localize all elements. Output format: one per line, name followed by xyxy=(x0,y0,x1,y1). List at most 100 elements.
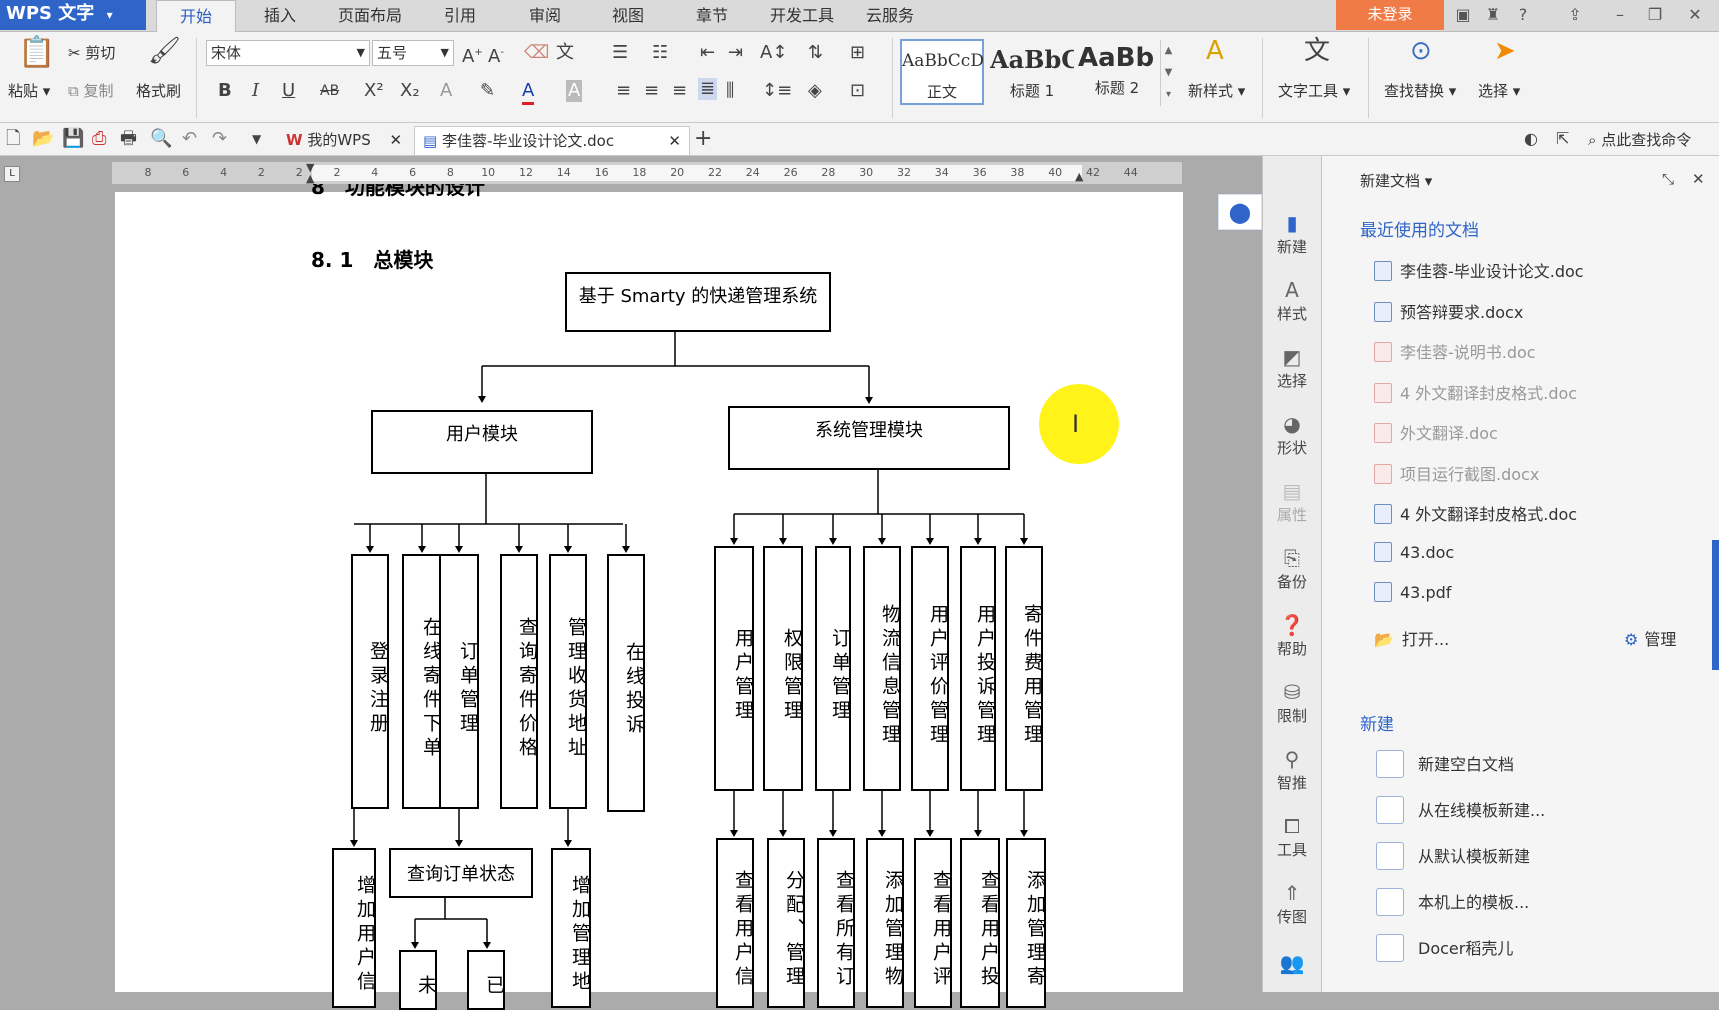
rail-people[interactable]: 👥 xyxy=(1262,950,1322,976)
recent-doc-item[interactable]: 43.pdf xyxy=(1374,582,1451,602)
doc-nav-icon[interactable]: ◐ xyxy=(1524,128,1538,150)
rail-restrict[interactable]: ⛁ 限制 xyxy=(1262,679,1322,726)
rail-upload-image[interactable]: ⇑ 传图 xyxy=(1262,880,1322,927)
recent-doc-item[interactable]: 李佳蓉-说明书.doc xyxy=(1374,339,1536,363)
strikethrough-icon[interactable]: AB xyxy=(320,80,339,102)
recent-doc-item[interactable]: 43.doc xyxy=(1374,541,1454,562)
print-preview-icon[interactable]: 🔍 xyxy=(150,128,172,150)
format-painter-button[interactable]: 格式刷 xyxy=(136,82,181,100)
underline-icon[interactable]: U xyxy=(282,80,295,102)
close-tab-icon[interactable]: ✕ xyxy=(668,127,681,155)
tab-chapter[interactable]: 章节 xyxy=(682,0,742,32)
new-doc-option[interactable]: 本机上的模板... xyxy=(1376,888,1529,916)
text-effect-icon[interactable]: A xyxy=(440,80,452,102)
minimize-icon[interactable]: – xyxy=(1605,0,1635,30)
recent-doc-item[interactable]: 4 外文翻译封皮格式.doc xyxy=(1374,380,1577,404)
new-doc-option[interactable]: 从在线模板新建... xyxy=(1376,796,1545,824)
rail-select[interactable]: ◩ 选择 xyxy=(1262,344,1322,391)
shirt-icon[interactable]: ♜ xyxy=(1478,0,1508,30)
document-page[interactable]: 8 功能模块的设计 8. 1 总模块 基于 Smarty 的快递管理系统 用户模块… xyxy=(115,184,1183,1010)
search-command-button[interactable]: ⌕ 点此查找命令 xyxy=(1588,131,1691,149)
bold-icon[interactable]: B xyxy=(218,80,232,102)
recent-doc-item[interactable]: 预答辩要求.docx xyxy=(1374,299,1523,323)
recent-doc-item[interactable]: 项目运行截图.docx xyxy=(1374,461,1539,485)
upload-icon[interactable]: ⇪ xyxy=(1560,0,1590,30)
tab-my-wps[interactable]: W 我的WPS ✕ xyxy=(278,126,410,155)
style-heading-1[interactable]: AaBbC 标题 1 xyxy=(990,39,1074,105)
char-spacing-icon[interactable]: A↕ xyxy=(760,42,787,64)
rail-properties[interactable]: ▤ 属性 xyxy=(1262,478,1322,525)
recent-doc-item[interactable]: 李佳蓉-毕业设计论文.doc xyxy=(1374,258,1584,282)
recent-doc-item[interactable]: 4 外文翻译封皮格式.doc xyxy=(1374,501,1577,525)
indent-marker[interactable]: ▼ ▲ xyxy=(306,162,318,184)
panel-scroll-indicator[interactable] xyxy=(1712,540,1719,670)
close-icon[interactable]: ✕ xyxy=(1680,0,1710,30)
find-replace-button[interactable]: 查找替换 ▾ xyxy=(1384,82,1456,100)
decrease-indent-icon[interactable]: ⇤ xyxy=(700,42,715,64)
grow-font-icon[interactable]: A+ xyxy=(462,42,483,68)
restore-icon[interactable]: ❐ xyxy=(1640,0,1670,30)
select-button[interactable]: 选择 ▾ xyxy=(1478,82,1520,100)
tab-cloud[interactable]: 云服务 xyxy=(858,0,922,32)
undo-icon[interactable]: ↶ xyxy=(182,128,197,150)
cut-button[interactable]: ✂ 剪切 xyxy=(68,44,115,62)
tab-home[interactable]: 开始 xyxy=(156,0,236,32)
sort-icon[interactable]: ⇅ xyxy=(808,42,823,64)
text-tool-button[interactable]: 文字工具 ▾ xyxy=(1278,82,1350,100)
justify-icon[interactable]: ≣ xyxy=(698,78,718,100)
table-icon[interactable]: ⊞ xyxy=(850,42,865,64)
close-tab-icon[interactable]: ✕ xyxy=(390,131,403,149)
paste-icon[interactable]: 📋 xyxy=(18,38,55,68)
new-doc-option[interactable]: Docer稻壳儿 xyxy=(1376,934,1513,962)
align-left-icon[interactable]: ≡ xyxy=(616,80,631,102)
clear-format-icon[interactable]: ⌫ xyxy=(524,42,549,64)
highlight-icon[interactable]: ✎ xyxy=(480,80,495,102)
panel-header-dropdown[interactable]: 新建文档 ▾ xyxy=(1360,170,1432,191)
add-tab-icon[interactable]: + xyxy=(694,128,712,150)
italic-icon[interactable]: I xyxy=(252,80,259,102)
location-pin-icon[interactable]: ⬤ xyxy=(1218,194,1262,230)
tab-review[interactable]: 审阅 xyxy=(515,0,575,32)
new-doc-option[interactable]: 新建空白文档 xyxy=(1376,750,1514,778)
chevron-down-icon[interactable]: ▼ xyxy=(252,128,261,150)
open-folder-icon[interactable]: 📂 xyxy=(32,128,54,150)
close-panel-icon[interactable]: ✕ xyxy=(1692,168,1705,190)
style-normal[interactable]: AaBbCcD 正文 xyxy=(900,39,984,105)
new-file-icon[interactable]: 🗋 xyxy=(6,128,20,150)
right-indent-marker[interactable]: ▲ xyxy=(1075,170,1085,184)
new-style-button[interactable]: 新样式 ▾ xyxy=(1188,82,1245,100)
tab-stop-selector[interactable]: L xyxy=(4,166,20,182)
increase-indent-icon[interactable]: ⇥ xyxy=(728,42,743,64)
rail-smart[interactable]: ⚲ 智推 xyxy=(1262,746,1322,793)
border-icon[interactable]: ⊡ xyxy=(850,80,865,102)
tab-view[interactable]: 视图 xyxy=(598,0,658,32)
redo-icon[interactable]: ↷ xyxy=(212,128,227,150)
rail-style[interactable]: A 样式 xyxy=(1262,277,1322,324)
save-icon[interactable]: 💾 xyxy=(62,128,84,150)
new-doc-option[interactable]: 从默认模板新建 xyxy=(1376,842,1530,870)
line-spacing-icon[interactable]: ↕≡ xyxy=(762,80,792,102)
paste-button[interactable]: 粘贴 ▾ xyxy=(8,82,50,100)
superscript-icon[interactable]: X² xyxy=(364,80,384,102)
shrink-font-icon[interactable]: A- xyxy=(488,42,504,68)
distribute-icon[interactable]: ⫼ xyxy=(726,80,734,102)
font-color-icon[interactable]: A xyxy=(522,80,535,105)
app-menu-button[interactable]: WPS 文字 ▾ xyxy=(0,0,146,30)
align-right-icon[interactable]: ≡ xyxy=(672,80,687,102)
fill-icon[interactable]: ◈ xyxy=(808,80,822,102)
recent-doc-item[interactable]: 外文翻译.doc xyxy=(1374,420,1498,444)
rail-new[interactable]: ▮ 新建 xyxy=(1262,210,1322,257)
tab-references[interactable]: 引用 xyxy=(430,0,490,32)
copy-button[interactable]: ⧉ 复制 xyxy=(68,82,114,100)
open-file-button[interactable]: 📂 打开... xyxy=(1374,626,1449,650)
number-list-icon[interactable]: ☷ xyxy=(652,42,668,64)
bullet-list-icon[interactable]: ☰ xyxy=(612,42,628,64)
font-name-select[interactable]: 宋体 ▼ xyxy=(206,40,370,66)
tab-developer[interactable]: 开发工具 xyxy=(764,0,840,32)
collapse-panel-icon[interactable]: ⤡ xyxy=(1662,168,1674,190)
export-pdf-icon[interactable]: ⎙ xyxy=(92,128,106,150)
rail-shape[interactable]: ◕ 形状 xyxy=(1262,411,1322,458)
char-shading-icon[interactable]: A xyxy=(566,80,583,102)
manage-button[interactable]: ⚙ 管理 xyxy=(1624,626,1676,650)
skin-icon[interactable]: ▣ xyxy=(1448,0,1478,30)
